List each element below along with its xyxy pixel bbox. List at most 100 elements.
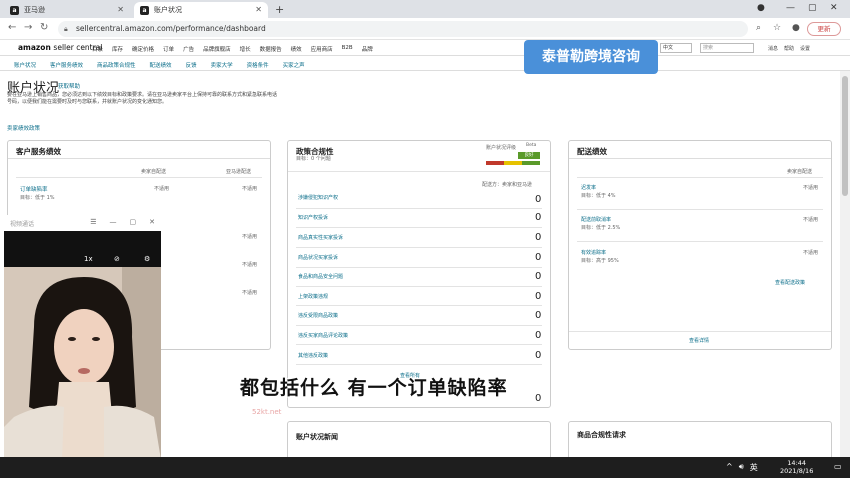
subnav-item[interactable]: 客户服务绩效 [50,61,83,69]
amazon-logo[interactable]: amazon seller central [18,43,102,52]
search-input[interactable]: 搜索 [700,43,754,53]
metric-target: 目标：高于 95% [581,258,619,264]
nav-item[interactable]: 目录 [92,45,103,53]
seller-policy-link[interactable]: 卖家绩效政策 [7,124,40,132]
maximize-icon[interactable]: ▢ [130,218,137,226]
chevron-up-icon[interactable]: ^ [726,462,733,473]
policy-item-label[interactable]: 违反买家商品评论政策 [298,332,348,339]
subnav-item[interactable]: 账户状况 [14,61,36,69]
metric-value: 不适用 [803,217,819,223]
back-icon[interactable]: ← [8,22,16,33]
nav-item[interactable]: 品牌 [362,45,373,53]
minimize-icon[interactable]: — [110,218,117,226]
amazon-favicon-icon: a [10,5,19,15]
nav-item[interactable]: 订单 [163,45,174,53]
subnav-item[interactable]: 配送绩效 [150,61,172,69]
volume-icon[interactable]: 🔊︎ [739,462,744,473]
tab-amazon[interactable]: a 亚马逊 ✕ [4,2,130,18]
cancel-rate-link[interactable]: 配送前取消率 [581,216,611,223]
policy-item-count: 0 [535,212,542,223]
close-icon[interactable]: ✕ [117,5,124,14]
policy-item-label[interactable]: 食品和商品安全问题 [298,273,343,280]
menu-icon[interactable]: ☰ [90,218,96,226]
policy-item-label[interactable]: 涉嫌侵犯知识产权 [298,194,338,201]
nav-item[interactable]: 绩效 [291,45,302,53]
video-call-window[interactable]: 视频通话 ☰ — ▢ ✕ 1x ⊘ ⚙ [4,215,161,460]
subnav-item[interactable]: 反馈 [186,61,197,69]
watermark-badge: 泰普勒跨境咨询 [524,40,658,74]
subnav-item[interactable]: 卖家大学 [211,61,233,69]
close-window-icon[interactable]: ✕ [830,3,838,13]
policy-target: 目标：0 个问题 [296,156,331,162]
shipping-policy-link[interactable]: 查看配送政策 [775,279,805,286]
settings-link[interactable]: 设置 [800,45,810,52]
notification-icon[interactable]: ▭ [834,462,842,471]
video-subtitle: 都包括什么 有一个订单缺陷率 [240,377,508,399]
subnav-item[interactable]: 买家之声 [283,61,305,69]
metric-target: 目标：低于 4% [581,193,616,199]
policy-item-count: 0 [535,291,542,302]
zoom-icon[interactable]: ⌕ [756,23,761,33]
forward-icon[interactable]: → [24,22,32,33]
nav-item[interactable]: B2B [342,45,353,53]
settings-icon[interactable]: ⚙ [144,255,150,263]
odr-target: 目标：低于 1% [20,195,55,201]
policy-item-label[interactable]: 商品状况买家投诉 [298,254,338,261]
nav-item[interactable]: 库存 [112,45,123,53]
policy-item-label[interactable]: 违反受限商品政策 [298,312,338,319]
clock[interactable]: 14:44 2021/8/16 [780,459,813,475]
card-title: 商品合规性请求 [577,431,626,439]
scrollbar-thumb[interactable] [842,76,848,196]
rating-bar-warn [504,161,522,165]
new-tab-icon[interactable]: + [275,3,284,16]
update-button[interactable]: 更新 [807,22,841,36]
nav-item[interactable]: 增长 [240,45,251,53]
profile-icon[interactable]: ● [792,23,800,33]
policy-item-label[interactable]: 知识产权投诉 [298,214,328,221]
nav-item[interactable]: 数据报告 [260,45,282,53]
fulfill-note: 配送方：卖家和亚马逊 [482,182,533,188]
bookmark-star-icon[interactable]: ☆ [773,23,781,33]
view-details-link[interactable]: 查看详情 [689,337,709,344]
shipping-performance-card: 配送绩效 卖家自配送 迟发率 目标：低于 4% 不适用 配送前取消率 目标：低于… [568,140,832,350]
minimize-icon[interactable]: — [786,3,795,13]
policy-item-count: 0 [535,330,542,341]
metric-fba-value: 不适用 [242,290,258,296]
nav-item[interactable]: 品牌旗舰店 [203,45,231,53]
subnav-item[interactable]: 商品政策合规性 [97,61,136,69]
reload-icon[interactable]: ↻ [40,22,48,33]
late-shipment-link[interactable]: 迟发率 [581,184,596,191]
close-icon[interactable]: ✕ [149,218,155,226]
watermark-text: 52kt.net [252,408,282,416]
language-select[interactable]: 中文 [660,43,692,53]
col-fba: 亚马逊配送 [226,169,252,175]
policy-item-count: 0 [535,232,542,243]
policy-item-label[interactable]: 其他违反政策 [298,352,328,359]
video-title-bar[interactable]: 视频通话 ☰ — ▢ ✕ [4,215,161,231]
seller-central-header: amazon seller central 目录 库存 确定价格 订单 广告 品… [0,40,850,56]
camera-off-icon[interactable]: ⊘ [114,255,120,263]
close-icon[interactable]: ✕ [255,5,262,14]
ime-indicator[interactable]: 英 [750,462,758,473]
messages-link[interactable]: 消息 [768,45,778,52]
policy-item-label[interactable]: 商品真实性买家投诉 [298,234,343,241]
nav-item[interactable]: 广告 [183,45,194,53]
maximize-icon[interactable]: ▢ [808,3,817,13]
help-link[interactable]: 帮助 [784,45,794,52]
subnav-item[interactable]: 资格条件 [247,61,269,69]
rating-bar-good [522,161,540,165]
browser-tab-bar: a 亚马逊 ✕ a 账户状况 ✕ + ● — ▢ ✕ [0,0,850,18]
odr-link[interactable]: 订单缺陷率 [20,185,48,193]
zoom-icon[interactable]: 1x [84,255,93,263]
odr-fba-value: 不适用 [242,186,258,192]
nav-item[interactable]: 确定价格 [132,45,154,53]
lock-icon: 🔒︎ [64,25,68,33]
video-controls: 1x ⊘ ⚙ [4,251,161,267]
nav-item[interactable]: 应用商店 [311,45,333,53]
get-help-link[interactable]: 获取帮助 [58,82,80,90]
record-icon[interactable]: ● [757,3,765,13]
url-field[interactable]: 🔒︎ sellercentral.amazon.com/performance/… [58,21,748,37]
tab-account-health[interactable]: a 账户状况 ✕ [134,2,268,18]
valid-tracking-link[interactable]: 有效追踪率 [581,249,606,256]
policy-item-label[interactable]: 上架政策违规 [298,293,328,300]
